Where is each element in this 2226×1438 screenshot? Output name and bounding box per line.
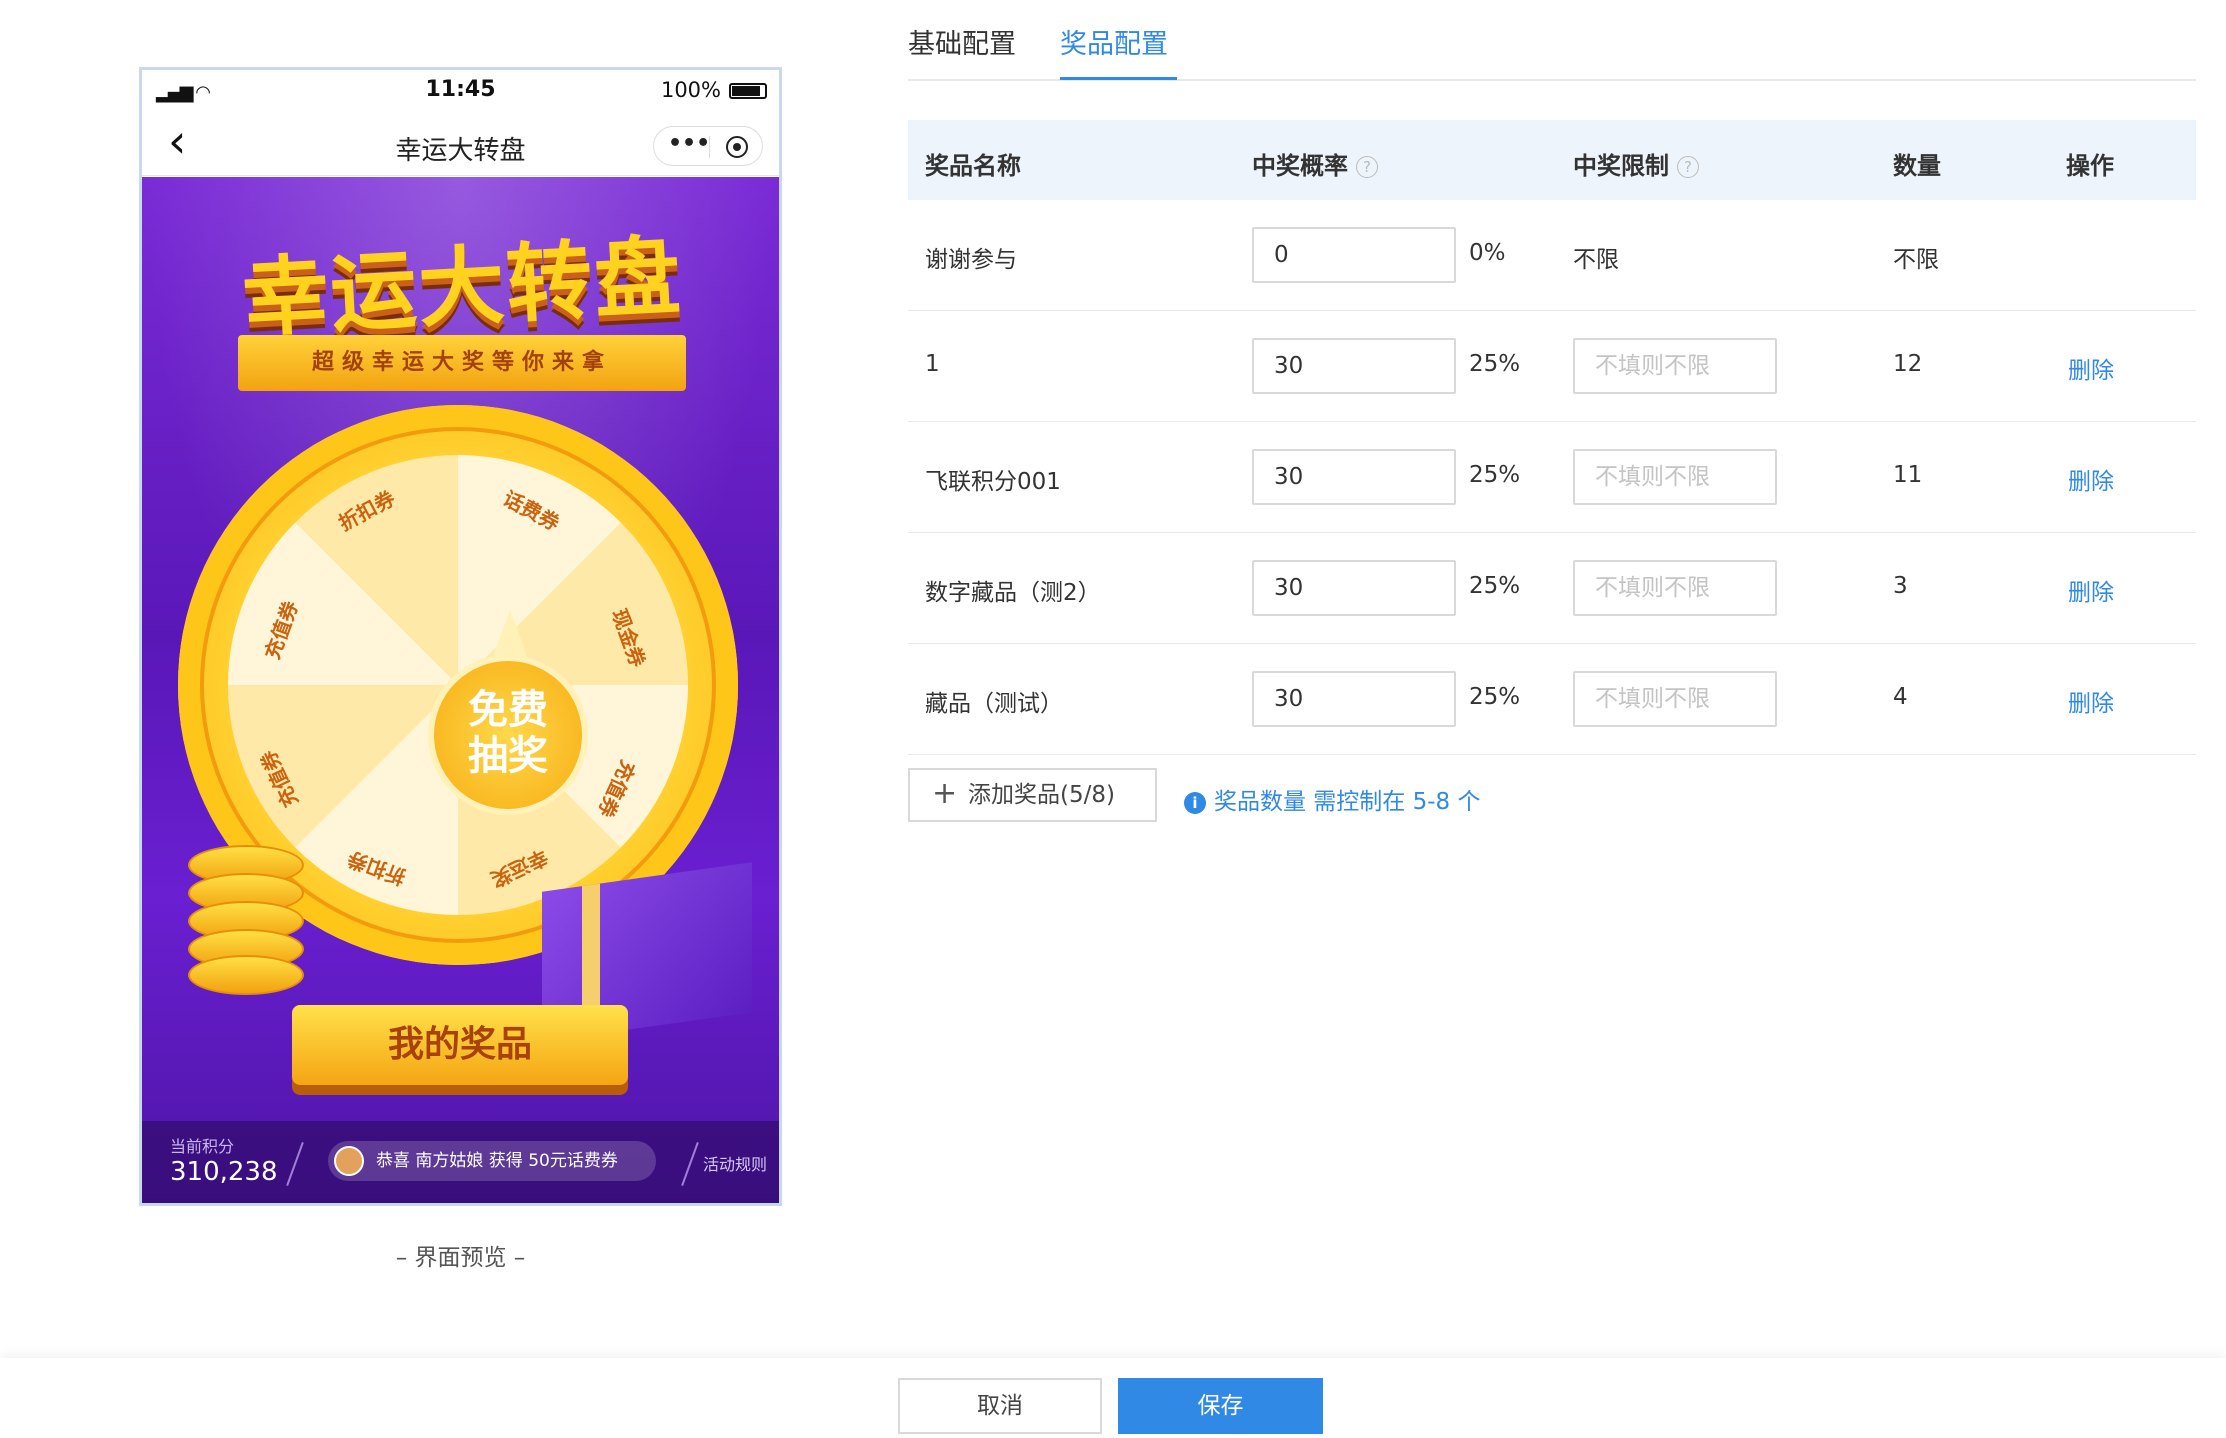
limit-input[interactable]: 不填则不限 bbox=[1573, 560, 1777, 616]
center-line-1: 免费 bbox=[468, 687, 548, 733]
quantity-value: 4 bbox=[1893, 684, 1908, 710]
delete-link[interactable]: 删除 bbox=[2068, 684, 2114, 718]
help-icon[interactable]: ? bbox=[1356, 156, 1378, 178]
probability-percent: 25% bbox=[1469, 573, 1521, 599]
tab-basic-config[interactable]: 基础配置 bbox=[908, 22, 1016, 61]
lucky-wheel-game: 幸运大转盘 超级幸运大奖等你来拿 折扣券 话费券 现金券 充值券 幸运奖 折扣券… bbox=[142, 177, 779, 1203]
winner-notice: 恭喜 南方姑娘 获得 50元话费券 bbox=[328, 1141, 656, 1181]
save-button[interactable]: 保存 bbox=[1118, 1378, 1323, 1434]
table-header: 奖品名称 中奖概率? 中奖限制? 数量 操作 bbox=[908, 120, 2196, 200]
prize-name: 1 bbox=[925, 351, 940, 377]
mini-program-navbar: ‹ 幸运大转盘 ••• bbox=[142, 110, 779, 176]
wheel-label: 充值券 bbox=[255, 746, 303, 812]
table-row: 飞联积分001 30 25% 不填则不限 11 删除 bbox=[908, 422, 2196, 533]
coin bbox=[188, 955, 304, 995]
info-icon: i bbox=[1184, 792, 1206, 814]
delete-link[interactable]: 删除 bbox=[2068, 351, 2114, 385]
wheel-label: 充值券 bbox=[259, 597, 303, 663]
prize-name: 谢谢参与 bbox=[925, 247, 1017, 273]
prize-config-page: ▂▄▆ ◠ 11:45 100% ‹ 幸运大转盘 ••• 幸运大转盘 超级幸运大… bbox=[0, 0, 2226, 1438]
active-tab-indicator bbox=[1060, 77, 1177, 80]
battery-percent: 100% bbox=[660, 78, 721, 102]
table-row: 藏品（测试） 30 25% 不填则不限 4 删除 bbox=[908, 644, 2196, 755]
wheel-label: 折扣券 bbox=[344, 846, 409, 890]
prize-table: 奖品名称 中奖概率? 中奖限制? 数量 操作 谢谢参与 0 0% 不限 不限 1… bbox=[908, 120, 2196, 755]
status-bar: ▂▄▆ ◠ 11:45 100% bbox=[142, 70, 779, 110]
quantity-value: 11 bbox=[1893, 462, 1923, 488]
probability-input[interactable]: 30 bbox=[1252, 449, 1456, 505]
wheel-label: 话费券 bbox=[499, 486, 564, 536]
probability-percent: 25% bbox=[1469, 684, 1521, 710]
rules-link[interactable]: 活动规则 bbox=[703, 1151, 767, 1175]
tab-prize-config[interactable]: 奖品配置 bbox=[1060, 22, 1168, 61]
wheel-label: 幸运奖 bbox=[487, 844, 552, 892]
prize-name: 飞联积分001 bbox=[925, 469, 1061, 495]
limit-input[interactable]: 不填则不限 bbox=[1573, 449, 1777, 505]
delete-link[interactable]: 删除 bbox=[2068, 573, 2114, 607]
limit-value: 不限 bbox=[1573, 247, 1619, 273]
phone-preview: ▂▄▆ ◠ 11:45 100% ‹ 幸运大转盘 ••• 幸运大转盘 超级幸运大… bbox=[139, 67, 782, 1206]
delete-link[interactable]: 删除 bbox=[2068, 462, 2114, 496]
wheel-label: 折扣券 bbox=[334, 486, 399, 536]
header-limit: 中奖限制? bbox=[1573, 146, 1699, 181]
free-draw-button[interactable]: 免费 抽奖 bbox=[428, 655, 588, 815]
preview-caption: – 界面预览 – bbox=[395, 1245, 526, 1271]
quantity-value: 3 bbox=[1893, 573, 1908, 599]
prize-name: 藏品（测试） bbox=[925, 691, 1063, 717]
action-bar: 取消 保存 bbox=[0, 1358, 2226, 1438]
points-value: 310,238 bbox=[170, 1157, 278, 1187]
probability-input[interactable]: 30 bbox=[1252, 560, 1456, 616]
plus-icon: + bbox=[932, 776, 958, 811]
quantity-value: 不限 bbox=[1893, 247, 1939, 273]
capsule-divider bbox=[709, 136, 710, 158]
add-prize-label: 添加奖品(5/8) bbox=[968, 782, 1115, 808]
prize-name: 数字藏品（测2） bbox=[925, 580, 1101, 606]
cancel-button[interactable]: 取消 bbox=[898, 1378, 1102, 1434]
game-subtitle-ribbon: 超级幸运大奖等你来拿 bbox=[238, 335, 686, 391]
probability-input[interactable]: 0 bbox=[1252, 227, 1456, 283]
prize-count-hint: i 奖品数量 需控制在 5-8 个 bbox=[1184, 782, 1481, 816]
help-icon[interactable]: ? bbox=[1677, 156, 1699, 178]
table-row: 1 30 25% 不填则不限 12 删除 bbox=[908, 311, 2196, 422]
divider bbox=[286, 1142, 304, 1186]
winner-notice-text: 恭喜 南方姑娘 获得 50元话费券 bbox=[376, 1151, 618, 1171]
avatar bbox=[334, 1146, 364, 1176]
add-prize-button[interactable]: + 添加奖品(5/8) bbox=[908, 768, 1157, 822]
probability-input[interactable]: 30 bbox=[1252, 671, 1456, 727]
wheel-label: 现金券 bbox=[607, 605, 651, 671]
probability-percent: 0% bbox=[1469, 240, 1506, 266]
table-row: 谢谢参与 0 0% 不限 不限 bbox=[908, 200, 2196, 311]
probability-input[interactable]: 30 bbox=[1252, 338, 1456, 394]
more-icon[interactable]: ••• bbox=[668, 131, 710, 156]
battery-icon bbox=[729, 83, 767, 99]
hint-text: 奖品数量 需控制在 5-8 个 bbox=[1214, 789, 1481, 815]
probability-percent: 25% bbox=[1469, 351, 1521, 377]
my-prizes-button[interactable]: 我的奖品 bbox=[292, 1005, 628, 1085]
table-row: 数字藏品（测2） 30 25% 不填则不限 3 删除 bbox=[908, 533, 2196, 644]
close-target-icon[interactable] bbox=[726, 136, 748, 158]
header-action: 操作 bbox=[2066, 152, 2114, 180]
quantity-value: 12 bbox=[1893, 351, 1923, 377]
header-probability: 中奖概率? bbox=[1252, 146, 1378, 181]
coin-stack bbox=[188, 845, 304, 995]
header-quantity: 数量 bbox=[1893, 152, 1941, 180]
points-label: 当前积分 bbox=[170, 1137, 235, 1156]
divider bbox=[681, 1142, 699, 1186]
config-tabs: 基础配置 奖品配置 bbox=[908, 0, 2196, 81]
wheel-label: 充值券 bbox=[593, 756, 641, 822]
limit-input[interactable]: 不填则不限 bbox=[1573, 671, 1777, 727]
probability-percent: 25% bbox=[1469, 462, 1521, 488]
capsule-menu[interactable]: ••• bbox=[653, 126, 763, 166]
limit-input[interactable]: 不填则不限 bbox=[1573, 338, 1777, 394]
center-line-2: 抽奖 bbox=[468, 733, 548, 779]
game-footer-bar: 当前积分 310,238 恭喜 南方姑娘 获得 50元话费券 活动规则 bbox=[142, 1121, 779, 1203]
header-name: 奖品名称 bbox=[925, 152, 1021, 180]
